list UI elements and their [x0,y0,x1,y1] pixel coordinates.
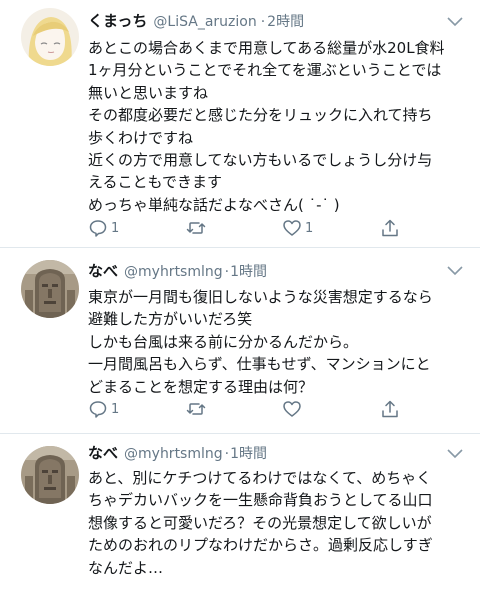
tweet-text-line: 避難した方がいいだろ笑 [88,310,253,329]
handle[interactable]: @LiSA_aruzion [153,14,256,30]
tweet-text-line: 1ヶ月分ということでそれ全てを運ぶということでは [88,61,442,80]
retweet-button[interactable] [186,217,209,239]
tweet-text-line: 東京が一月間も復旧しないような災害想定するなら [88,288,433,306]
tweet-text: あと、別にケチつけてるわけではなくて、めちゃく ちゃデカいバックを一生懸命背負お… [88,467,472,579]
retweet-icon [186,403,206,415]
tweet-3[interactable]: なべ @myhrtsmlng · 1時間 あと、別にケチつけてるわけではなくて、… [0,434,480,611]
like-button[interactable] [282,398,305,420]
tweet-text-line: 想像すると可愛いだろ？その光景想定して欲しいが [88,513,432,532]
share-button[interactable] [380,217,400,239]
tweet-text-line: あと、別にケチつけてるわけではなくて、めちゃく [88,469,432,487]
tweet-text-line: ためのおれのリプなわけだからさ。過剰反応しすぎ [88,536,433,555]
tweet-text-line: えることもできます [88,173,222,192]
tweet-header: なべ @myhrtsmlng · 1時間 [88,442,267,466]
reply-count: 1 [111,401,120,417]
tweet-text-line: 無いと思いますね [88,83,209,102]
chevron-down-icon[interactable] [446,265,464,277]
share-icon [382,219,398,237]
tweet-actions: 1 [88,398,448,420]
tweet-1[interactable]: くまっち @LiSA_aruzion · 2時間 あとこの場合あくまで用意してあ… [0,0,480,248]
separator-dot: · [260,14,266,30]
tweet-text-line: なんだよ… [88,558,164,577]
reply-count: 1 [111,220,120,236]
retweet-button[interactable] [186,398,209,420]
display-name[interactable]: なべ [88,442,118,463]
retweet-icon [186,222,206,234]
timestamp[interactable]: 1時間 [230,443,267,463]
separator-dot: · [224,264,230,280]
tweet-text-line: 近くの方で用意してない方もいるでしょうし分け与 [88,151,433,170]
timestamp[interactable]: 2時間 [267,11,304,31]
tweet-text-line: どまることを想定する理由は何？ [88,377,314,396]
tweet-header: なべ @myhrtsmlng · 1時間 [88,260,267,284]
handle[interactable]: @myhrtsmlng [124,264,223,280]
tweet-text: 東京が一月間も復旧しないような災害想定するなら 避難した方がいいだろ笑 しかも台… [88,286,472,398]
tweet-text-line: 歩くわけですね [88,128,194,147]
separator-dot: · [224,446,230,462]
tweet-text-line: 一月間風呂も入らず、仕事もせず、マンションにと [88,355,431,374]
tweet-text-line: あとこの場合あくまで用意してある総量が水20L食料 [88,39,445,57]
timestamp[interactable]: 1時間 [230,261,267,281]
share-button[interactable] [380,398,400,420]
reply-button[interactable]: 1 [88,398,119,420]
share-icon [382,400,398,418]
display-name[interactable]: なべ [88,260,118,281]
avatar-nabe[interactable] [21,446,79,504]
display-name[interactable]: くまっち [88,10,147,31]
avatar-nabe[interactable] [21,260,79,318]
tweet-actions: 1 1 [88,217,448,239]
tweet-text-line: めっちゃ単純な話だよなべさん( ˙-˙ ) [88,195,340,214]
heart-icon [283,220,301,236]
reply-button[interactable]: 1 [88,217,119,239]
heart-icon [283,401,301,417]
avatar-kumacchi[interactable] [21,8,79,66]
chevron-down-icon[interactable] [446,16,464,28]
tweet-header: くまっち @LiSA_aruzion · 2時間 [88,10,304,34]
tweet-text: あとこの場合あくまで用意してある総量が水20L食料 1ヶ月分ということでそれ全て… [88,37,472,216]
chevron-down-icon[interactable] [446,448,464,460]
tweet-text-line: ちゃデカいバックを一生懸命背負おうとしてる山口 [88,491,433,510]
reply-icon [89,220,107,237]
like-count: 1 [305,220,314,236]
handle[interactable]: @myhrtsmlng [124,446,223,462]
tweet-text-line: その都度必要だと感じた分をリュックに入れて持ち [88,106,433,125]
reply-icon [89,401,107,418]
tweet-2[interactable]: なべ @myhrtsmlng · 1時間 東京が一月間も復旧しないような災害想定… [0,248,480,434]
like-button[interactable]: 1 [282,217,313,239]
tweet-text-line: しかも台風は来る前に分かるんだから。 [88,332,359,351]
